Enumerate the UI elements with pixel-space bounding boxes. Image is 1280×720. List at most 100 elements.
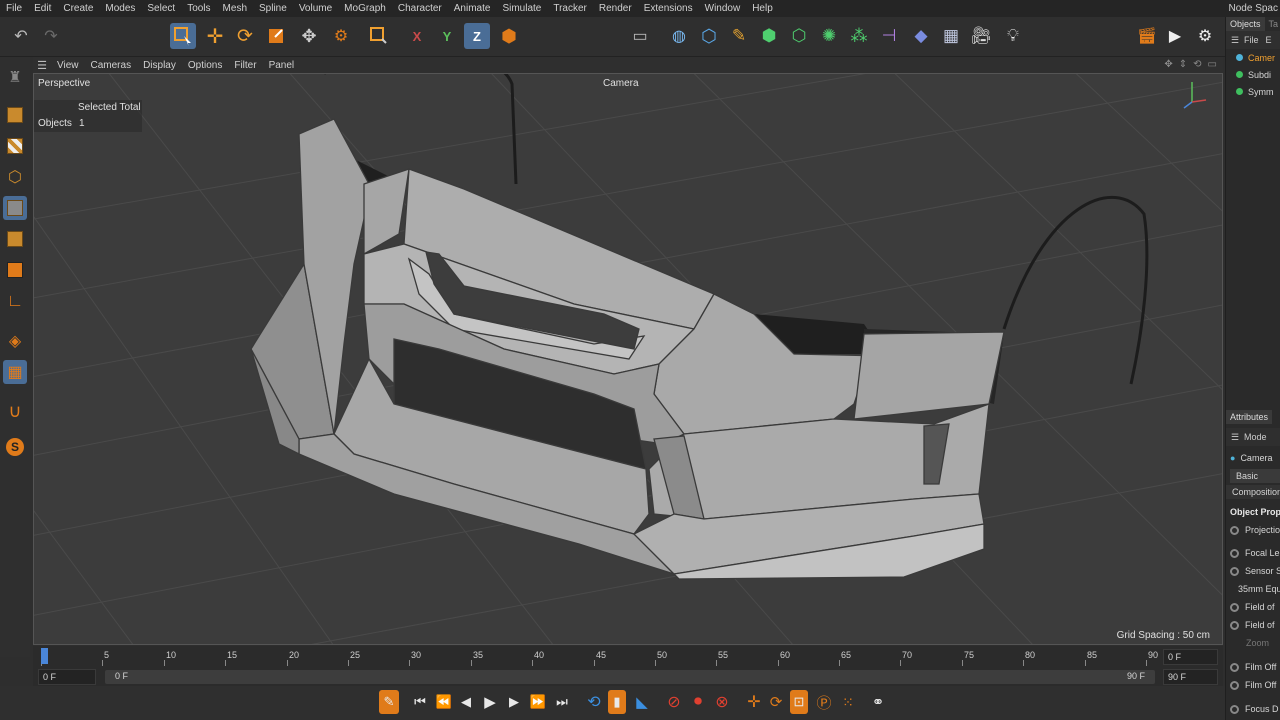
next-key-icon[interactable]: ⏩ [528,690,548,714]
keyframe-selection-icon[interactable]: ⊗ [712,690,732,714]
attributes-menu-icon[interactable]: ☰ [1226,432,1244,443]
menu-tools[interactable]: Tools [181,0,216,17]
range-start-field[interactable]: 0 F [38,669,96,685]
previous-frame-icon[interactable]: ◀ [456,690,476,714]
polygons-mode-icon[interactable] [3,227,27,251]
object-manager-menu-file[interactable]: File [1244,35,1259,45]
spline-pen-icon[interactable]: ◍ [666,23,692,49]
generator-icon[interactable]: ⬡ [786,23,812,49]
object-row-subdivision[interactable]: Subdi [1226,66,1280,83]
tab-basic[interactable]: Basic [1230,469,1280,483]
sound-icon[interactable]: ◣ [632,690,652,714]
tab-objects[interactable]: Objects [1226,17,1265,31]
move-icon[interactable]: ✛ [202,23,228,49]
previous-key-icon[interactable]: ⏪ [434,690,454,714]
range-end-field[interactable]: 90 F [1163,669,1218,685]
menu-spline[interactable]: Spline [253,0,293,17]
menu-animate[interactable]: Animate [448,0,497,17]
playhead[interactable] [41,648,48,664]
selection-filter-icon[interactable] [366,23,392,49]
timeline-marker-icon[interactable]: ▮ [608,690,626,714]
menu-render[interactable]: Render [593,0,638,17]
render-active-view-icon[interactable]: 🎬︎ [1134,23,1160,49]
coordinate-system-icon[interactable]: ⬢ [496,23,522,49]
viewport-menu-filter[interactable]: Filter [228,60,262,71]
render-settings-icon[interactable]: ⚙ [1192,23,1218,49]
key-parameter-icon[interactable]: Ⓟ [814,690,834,714]
preview-range-slider[interactable]: 0 F 90 F [105,670,1155,684]
key-point-level-icon[interactable]: ⁙ [838,690,858,714]
points-mode-icon[interactable]: ⬡ [3,165,27,189]
camera-icon[interactable]: 🎥︎ [968,23,994,49]
uv-mode-icon[interactable] [3,258,27,282]
animate-toggle-icon[interactable] [1230,662,1239,672]
menu-edit[interactable]: Edit [28,0,57,17]
key-scale-icon[interactable]: ⊡ [790,690,808,714]
rotate-icon[interactable]: ⟳ [232,23,258,49]
floor-icon[interactable]: ▦ [938,23,964,49]
autokeying-icon[interactable]: ⏺ [688,690,708,714]
snap-icon[interactable]: ∪ [3,399,27,423]
next-frame-icon[interactable]: ▶ [504,690,524,714]
key-rotation-icon[interactable]: ⟳ [766,690,786,714]
viewport-menu-options[interactable]: Options [182,60,228,71]
field-icon[interactable]: ◆ [908,23,934,49]
axis-mode-icon[interactable]: ∟ [3,289,27,313]
model-mode-icon[interactable] [3,103,27,127]
subdivision-icon[interactable]: ⬢ [756,23,782,49]
redo-icon[interactable]: ↷ [38,23,64,49]
menu-extensions[interactable]: Extensions [638,0,699,17]
menu-create[interactable]: Create [57,0,99,17]
viewport-menu-view[interactable]: View [51,60,85,71]
viewport-menu-display[interactable]: Display [137,60,182,71]
tab-composition[interactable]: Composition [1226,485,1280,499]
cloner-icon[interactable]: ✺ [816,23,842,49]
soft-selection-icon[interactable]: S [3,435,27,459]
mograph-cloner-icon[interactable]: ⁂ [846,23,872,49]
layout-selector[interactable]: Node Spac [1229,0,1278,17]
perspective-viewport[interactable]: Perspective Camera Selected Total Object… [33,73,1223,645]
viewport-menu-icon[interactable]: ☰ [33,59,51,72]
menu-select[interactable]: Select [141,0,181,17]
scheme-settings-icon[interactable]: ⚭ [868,690,888,714]
play-icon[interactable]: ▶ [480,690,500,714]
menu-modes[interactable]: Modes [99,0,141,17]
pan-icon[interactable]: ✥ [1164,57,1172,73]
object-row-camera[interactable]: Camer [1226,49,1280,66]
texture-mode-icon[interactable] [3,134,27,158]
menu-mograph[interactable]: MoGraph [338,0,392,17]
render-to-picture-viewer-icon[interactable]: ▶ [1162,23,1188,49]
locked-workplane-icon[interactable]: ▦ [3,360,27,384]
maximize-icon[interactable]: ▭ [1208,57,1217,73]
transform-icon[interactable]: ✥ [296,23,322,49]
attributes-mode-menu[interactable]: Mode [1244,432,1267,442]
animate-toggle-icon[interactable] [1230,680,1239,690]
edit-recent-icon[interactable]: ⚙ [328,23,354,49]
orbit-icon[interactable]: ⟲ [1193,57,1201,73]
axis-x-lock-icon[interactable]: X [404,23,430,49]
cube-object-icon[interactable]: ⬡ [696,23,722,49]
go-to-end-icon[interactable]: ⏭ [552,690,572,714]
go-to-start-icon[interactable]: ⏮ [410,690,430,714]
animate-toggle-icon[interactable] [1230,704,1239,714]
object-row-symmetry[interactable]: Symm [1226,83,1280,100]
timeline-ruler[interactable]: 051015202530354045505560657075808590 0 F [33,646,1223,668]
current-frame-field[interactable]: 0 F [1163,649,1218,665]
axis-z-lock-icon[interactable]: Z [464,23,490,49]
loop-icon[interactable]: ⟲ [584,690,604,714]
animate-toggle-icon[interactable] [1230,525,1239,535]
tab-takes[interactable]: Ta [1265,17,1280,31]
menu-volume[interactable]: Volume [293,0,338,17]
viewport-menu-cameras[interactable]: Cameras [85,60,138,71]
keyframe-edit-icon[interactable]: ✎ [379,690,399,714]
menu-window[interactable]: Window [699,0,747,17]
record-active-objects-icon[interactable]: ⊘ [664,690,684,714]
animate-toggle-icon[interactable] [1230,548,1239,558]
workplane-icon[interactable]: ◈ [3,329,27,353]
live-selection-icon[interactable] [170,23,196,49]
menu-mesh[interactable]: Mesh [217,0,253,17]
animate-toggle-icon[interactable] [1230,620,1239,630]
object-manager-menu-edit[interactable]: E [1266,35,1272,45]
menu-file[interactable]: File [0,0,28,17]
viewport-menu-panel[interactable]: Panel [263,60,301,71]
